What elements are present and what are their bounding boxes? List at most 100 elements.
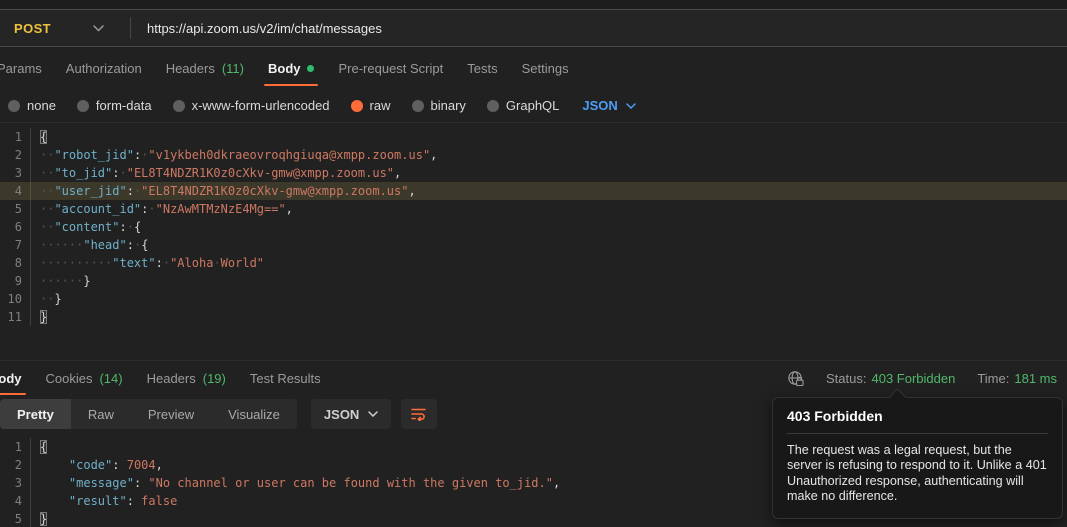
code-text: ··"to_jid":·"EL8T4NDZR1K0z0cXkv-gmw@xmpp… [40, 166, 402, 180]
postman-app: POST https://api.zoom.us/v2/im/chat/mess… [0, 0, 1067, 527]
radio-icon [350, 99, 363, 112]
tab-count-badge: (11) [221, 60, 244, 76]
code-line[interactable]: 5 ··"account_id":·"NzAwMTMzNzE4Mg==", [0, 200, 1067, 218]
gutter-divider [30, 254, 31, 272]
response-status-bar: Status: 403 Forbidden Time: 181 ms [787, 370, 1067, 387]
gutter-divider [30, 438, 31, 456]
status-value[interactable]: 403 Forbidden [871, 371, 955, 386]
view-tab-raw[interactable]: Raw [71, 399, 131, 429]
chevron-down-icon[interactable] [93, 24, 104, 32]
code-line[interactable]: 3 ··"to_jid":·"EL8T4NDZR1K0z0cXkv-gmw@xmp… [0, 164, 1067, 182]
tab-label: Body [0, 371, 22, 386]
tab-label: Headers [165, 60, 215, 76]
tab-body[interactable]: Body [264, 47, 318, 89]
status-label: Status: [826, 371, 867, 386]
response-header: Body Cookies (14) Headers (19) Test Results S… [0, 360, 1067, 396]
tab-params[interactable]: Params [0, 47, 42, 89]
body-type-none[interactable]: none [8, 98, 56, 113]
top-strip [0, 0, 1067, 10]
time-value[interactable]: 181 ms [1014, 371, 1057, 386]
line-number: 3 [14, 166, 22, 180]
tab-headers[interactable]: Headers (19) [147, 361, 226, 396]
method-selector[interactable]: POST [0, 21, 51, 36]
line-number: 9 [14, 274, 22, 288]
radio-icon [486, 99, 499, 112]
time-label: Time: [977, 371, 1010, 386]
tab-label: Tests [467, 60, 498, 76]
radio-icon [411, 99, 424, 112]
radio-icon [172, 99, 185, 112]
radio-label: x-www-form-urlencoded [191, 98, 330, 113]
status-tooltip: 403 Forbidden The request was a legal re… [772, 397, 1063, 519]
code-line[interactable]: 11} [0, 308, 1067, 326]
gutter-divider [30, 182, 31, 200]
radio-icon [76, 99, 89, 112]
url-input[interactable]: https://api.zoom.us/v2/im/chat/messages [147, 21, 382, 36]
tab-count-badge: (19) [202, 371, 226, 386]
tab-body[interactable]: Body [0, 361, 25, 396]
request-body-editor[interactable]: 1{2 ··"robot_jid":·"v1ykbeh0dkraeovroqhgi… [0, 122, 1067, 360]
code-line[interactable]: 10 ··} [0, 290, 1067, 308]
code-line[interactable]: 6 ··"content":·{ [0, 218, 1067, 236]
tab-settings[interactable]: Settings [522, 47, 569, 89]
chevron-down-icon [368, 411, 379, 417]
tab-tests[interactable]: Tests [467, 47, 497, 89]
response-language-select[interactable]: JSON [310, 399, 392, 429]
request-language-select[interactable]: JSON [582, 98, 636, 113]
gutter-divider [30, 474, 31, 492]
gutter-divider [30, 456, 31, 474]
radio-icon [8, 99, 20, 112]
code-text: } [40, 310, 48, 324]
request-tabs: Params Authorization Headers (11) Body Pre-re… [0, 47, 1067, 89]
gutter-divider [30, 272, 31, 290]
code-text: ··········"text":·"Aloha·World" [40, 256, 265, 270]
line-number: 7 [14, 238, 22, 252]
divider [130, 17, 131, 39]
body-type-form-data[interactable]: form-data [76, 98, 152, 113]
radio-label: raw [369, 98, 391, 113]
line-number: 4 [14, 184, 22, 198]
code-line[interactable]: 2 ··"robot_jid":·"v1ykbeh0dkraeovroqhgiuq… [0, 146, 1067, 164]
code-text: ··"content":·{ [40, 220, 142, 234]
line-number: 2 [14, 458, 22, 472]
tab-headers[interactable]: Headers (11) [166, 47, 244, 89]
code-line[interactable]: 8 ··········"text":·"Aloha·World" [0, 254, 1067, 272]
request-url-bar: POST https://api.zoom.us/v2/im/chat/mess… [0, 10, 1067, 47]
tab-label: Cookies [45, 371, 93, 386]
tab-count-badge: (14) [99, 371, 123, 386]
tab-label: Params [0, 60, 42, 76]
tab-pre-request-script[interactable]: Pre-request Script [338, 47, 443, 89]
code-line[interactable]: 4 ··"user_jid":·"EL8T4NDZR1K0z0cXkv-gmw@x… [0, 182, 1067, 200]
gutter-divider [30, 218, 31, 236]
gutter-divider [30, 290, 31, 308]
code-text: ··"account_id":·"NzAwMTMzNzE4Mg==", [40, 202, 293, 216]
body-type-binary[interactable]: binary [411, 98, 466, 113]
line-number: 3 [14, 476, 22, 490]
radio-label: GraphQL [505, 98, 560, 113]
globe-lock-icon[interactable] [787, 370, 804, 387]
tab-label: Settings [521, 60, 569, 76]
body-type-graphql[interactable]: GraphQL [486, 98, 560, 113]
view-tab-pretty[interactable]: Pretty [0, 399, 71, 429]
tab-authorization[interactable]: Authorization [66, 47, 142, 89]
wrap-text-button[interactable] [401, 399, 438, 429]
radio-label: binary [430, 98, 466, 113]
text-wrap-icon [411, 407, 427, 421]
modified-dot-icon [307, 64, 315, 72]
tab-cookies[interactable]: Cookies (14) [46, 361, 123, 396]
tab-test-results[interactable]: Test Results [250, 361, 321, 396]
gutter-divider [30, 146, 31, 164]
code-line[interactable]: 9 ······} [0, 272, 1067, 290]
tab-label: Headers [146, 371, 196, 386]
code-line[interactable]: 7 ······"head":·{ [0, 236, 1067, 254]
gutter-divider [30, 492, 31, 510]
gutter-divider [30, 200, 31, 218]
body-type-x-www-form-urlencoded[interactable]: x-www-form-urlencoded [172, 98, 330, 113]
view-tab-visualize[interactable]: Visualize [211, 399, 297, 429]
body-type-raw[interactable]: raw [350, 98, 391, 113]
view-tab-preview[interactable]: Preview [131, 399, 211, 429]
radio-label: form-data [95, 98, 152, 113]
code-line[interactable]: 1{ [0, 128, 1067, 146]
line-number: 1 [14, 440, 22, 454]
line-number: 8 [14, 256, 22, 270]
